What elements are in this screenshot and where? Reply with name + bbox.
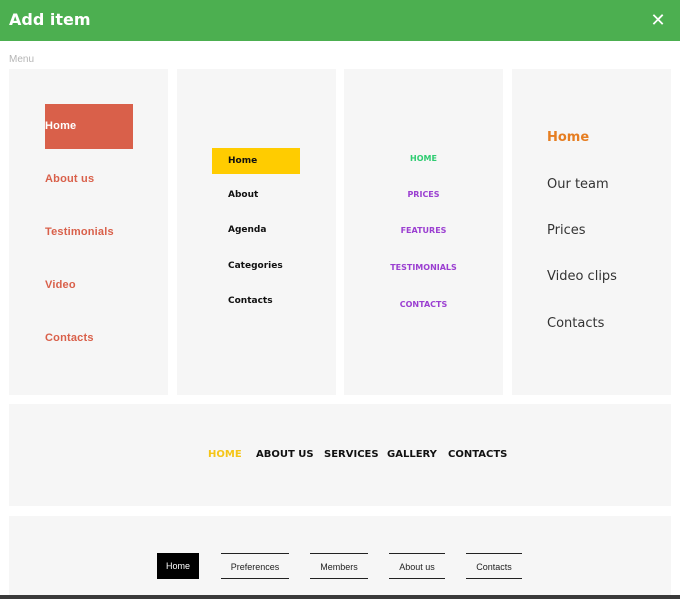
menu-item[interactable]: Home	[157, 553, 199, 579]
menu-item[interactable]: HOME	[344, 154, 503, 163]
close-icon[interactable]: ✕	[648, 10, 668, 30]
menu-item[interactable]: Video	[45, 279, 76, 291]
menu-item[interactable]: Preferences	[221, 553, 289, 579]
menu-item[interactable]: About	[228, 190, 258, 200]
bottom-bar	[0, 595, 680, 599]
menu-item[interactable]: Contacts	[547, 316, 604, 331]
menu-item[interactable]: GALLERY	[387, 449, 437, 460]
menu-style-2-card[interactable]: Home About Agenda Categories Contacts	[177, 69, 336, 395]
menu-style-3-card[interactable]: HOME PRICES FEATURES TESTIMONIALS CONTAC…	[344, 69, 503, 395]
menu-item[interactable]: Testimonials	[45, 226, 114, 238]
section-label: Menu	[9, 54, 35, 65]
menu-item[interactable]: Agenda	[228, 225, 266, 235]
menu-item[interactable]: About us	[389, 553, 445, 579]
menu-item-label: Home	[228, 156, 258, 166]
menu-style-1-card[interactable]: Home About us Testimonials Video Contact…	[9, 69, 168, 395]
menu-item[interactable]: PRICES	[344, 190, 503, 199]
menu-item-label: Home	[45, 120, 77, 132]
menu-style-5-card[interactable]: HOME ABOUT US SERVICES GALLERY CONTACTS	[9, 404, 671, 506]
menu-item[interactable]: ABOUT US	[256, 449, 314, 460]
menu-item[interactable]: CONTACTS	[448, 449, 507, 460]
menu-item[interactable]: SERVICES	[324, 449, 379, 460]
dialog-title: Add item	[9, 10, 91, 29]
menu-item[interactable]: About us	[45, 173, 94, 185]
menu-item[interactable]: Categories	[228, 261, 283, 271]
menu-item[interactable]: Contacts	[228, 296, 273, 306]
menu-item[interactable]: FEATURES	[344, 226, 503, 235]
menu-item[interactable]: HOME	[208, 449, 242, 460]
menu-item[interactable]: Home	[547, 130, 589, 145]
menu-item[interactable]: TESTIMONIALS	[344, 263, 503, 272]
menu-style-4-card[interactable]: Home Our team Prices Video clips Contact…	[512, 69, 671, 395]
menu-item[interactable]: Members	[310, 553, 368, 579]
menu-item[interactable]: Video clips	[547, 269, 617, 284]
menu-item[interactable]: Contacts	[45, 332, 94, 344]
menu-item[interactable]: Home	[212, 148, 300, 174]
menu-item[interactable]: Our team	[547, 177, 609, 192]
menu-style-6-card[interactable]: Home Preferences Members About us Contac…	[9, 516, 671, 599]
dialog-header: Add item ✕	[0, 0, 680, 41]
menu-item[interactable]: Prices	[547, 223, 586, 238]
menu-item[interactable]: CONTACTS	[344, 300, 503, 309]
menu-item[interactable]: Contacts	[466, 553, 522, 579]
menu-item[interactable]: Home	[45, 104, 133, 149]
